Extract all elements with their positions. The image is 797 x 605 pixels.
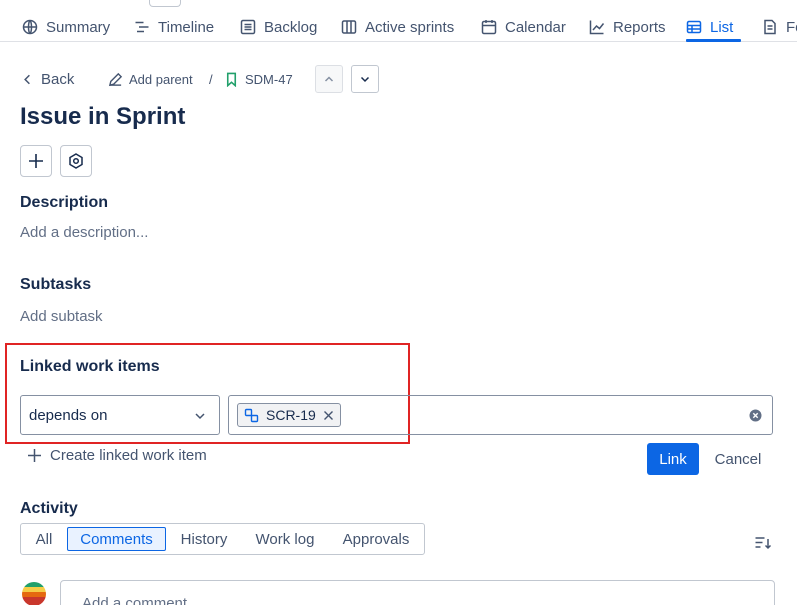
tab-label: Active sprints	[365, 18, 455, 36]
create-linked-item-label: Create linked work item	[50, 446, 207, 464]
filter-all[interactable]: All	[21, 524, 67, 554]
project-nav: Summary Timeline Backlog Active sprints …	[0, 0, 797, 42]
add-parent-label: Add parent	[129, 71, 193, 87]
page-title[interactable]: Issue in Sprint	[20, 103, 185, 131]
active-tab-indicator	[686, 39, 741, 42]
tab-active-sprints[interactable]: Active sprints	[341, 16, 454, 38]
tag-label: SCR-19	[266, 407, 316, 423]
description-heading: Description	[20, 194, 109, 211]
tab-label: Calendar	[505, 18, 566, 36]
tab-list[interactable]: List	[686, 16, 733, 38]
user-avatar-icon	[22, 582, 46, 605]
sort-icon[interactable]	[754, 535, 772, 551]
timeline-icon	[135, 21, 149, 33]
comment-placeholder: Add a comment...	[82, 595, 200, 605]
next-issue-button[interactable]	[351, 65, 379, 93]
breadcrumb-separator: /	[209, 71, 213, 87]
selected-work-item-tag: SCR-19	[237, 403, 341, 427]
cancel-button[interactable]: Cancel	[708, 443, 768, 475]
tab-label: Reports	[613, 18, 666, 36]
activity-filter-group: All Comments History Work log Approvals	[20, 523, 425, 555]
comment-input[interactable]: Add a comment...	[60, 580, 775, 605]
filter-approvals[interactable]: Approvals	[332, 524, 420, 554]
linked-items-heading: Linked work items	[20, 358, 160, 375]
list-table-icon	[686, 20, 702, 34]
tab-backlog[interactable]: Backlog	[240, 16, 317, 38]
backlog-icon	[240, 19, 256, 35]
tab-timeline[interactable]: Timeline	[134, 16, 214, 38]
issue-key-link[interactable]: SDM-47	[224, 68, 293, 90]
filter-comments[interactable]: Comments	[67, 527, 166, 551]
close-icon[interactable]	[323, 410, 334, 421]
apps-button[interactable]	[60, 145, 92, 177]
pencil-icon	[108, 72, 123, 86]
tab-label: Timeline	[158, 18, 215, 36]
issue-key-label: SDM-47	[245, 71, 293, 87]
tab-summary[interactable]: Summary	[22, 16, 110, 38]
globe-icon	[22, 19, 38, 35]
link-type-select[interactable]: depends on	[20, 395, 220, 435]
tab-calendar[interactable]: Calendar	[481, 16, 566, 38]
chevron-left-icon	[24, 74, 30, 84]
plus-icon	[29, 154, 43, 168]
back-button[interactable]: Back	[20, 68, 74, 90]
subtasks-heading: Subtasks	[20, 276, 92, 293]
chevron-up-icon	[324, 76, 334, 82]
tab-label: Backlog	[264, 18, 318, 36]
description-field[interactable]: Add a description...	[20, 224, 148, 241]
subtask-icon	[244, 408, 259, 422]
create-linked-item-button[interactable]: Create linked work item	[27, 445, 207, 465]
back-label: Back	[41, 70, 75, 88]
add-button[interactable]	[20, 145, 52, 177]
plus-icon	[28, 448, 41, 462]
activity-heading: Activity	[20, 500, 78, 517]
tab-label: Summary	[46, 18, 111, 36]
chevron-down-icon	[360, 76, 370, 83]
calendar-icon	[481, 20, 497, 35]
link-button[interactable]: Link	[647, 443, 699, 475]
add-subtask-button[interactable]: Add subtask	[20, 308, 103, 325]
previous-issue-button[interactable]	[315, 65, 343, 93]
tab-label: Fo	[786, 18, 797, 36]
chevron-down-icon	[195, 413, 205, 420]
breadcrumb: Back Add parent / SDM-47	[20, 68, 400, 90]
header-stub-button[interactable]	[149, 0, 181, 7]
work-item-picker[interactable]: SCR-19	[228, 395, 773, 435]
form-icon	[764, 19, 776, 35]
link-type-value: depends on	[29, 406, 108, 424]
filter-work-log[interactable]: Work log	[244, 524, 326, 554]
tab-reports[interactable]: Reports	[589, 16, 666, 38]
clear-icon[interactable]	[749, 409, 762, 422]
avatar	[22, 582, 46, 605]
board-icon	[341, 20, 357, 34]
chart-line-icon	[589, 20, 605, 35]
filter-history[interactable]: History	[168, 524, 240, 554]
tab-label: List	[710, 18, 734, 36]
bookmark-icon	[226, 72, 237, 87]
tab-forms[interactable]: Fo	[762, 16, 797, 38]
add-parent-button[interactable]: Add parent	[108, 68, 193, 90]
gear-icon	[69, 153, 83, 169]
